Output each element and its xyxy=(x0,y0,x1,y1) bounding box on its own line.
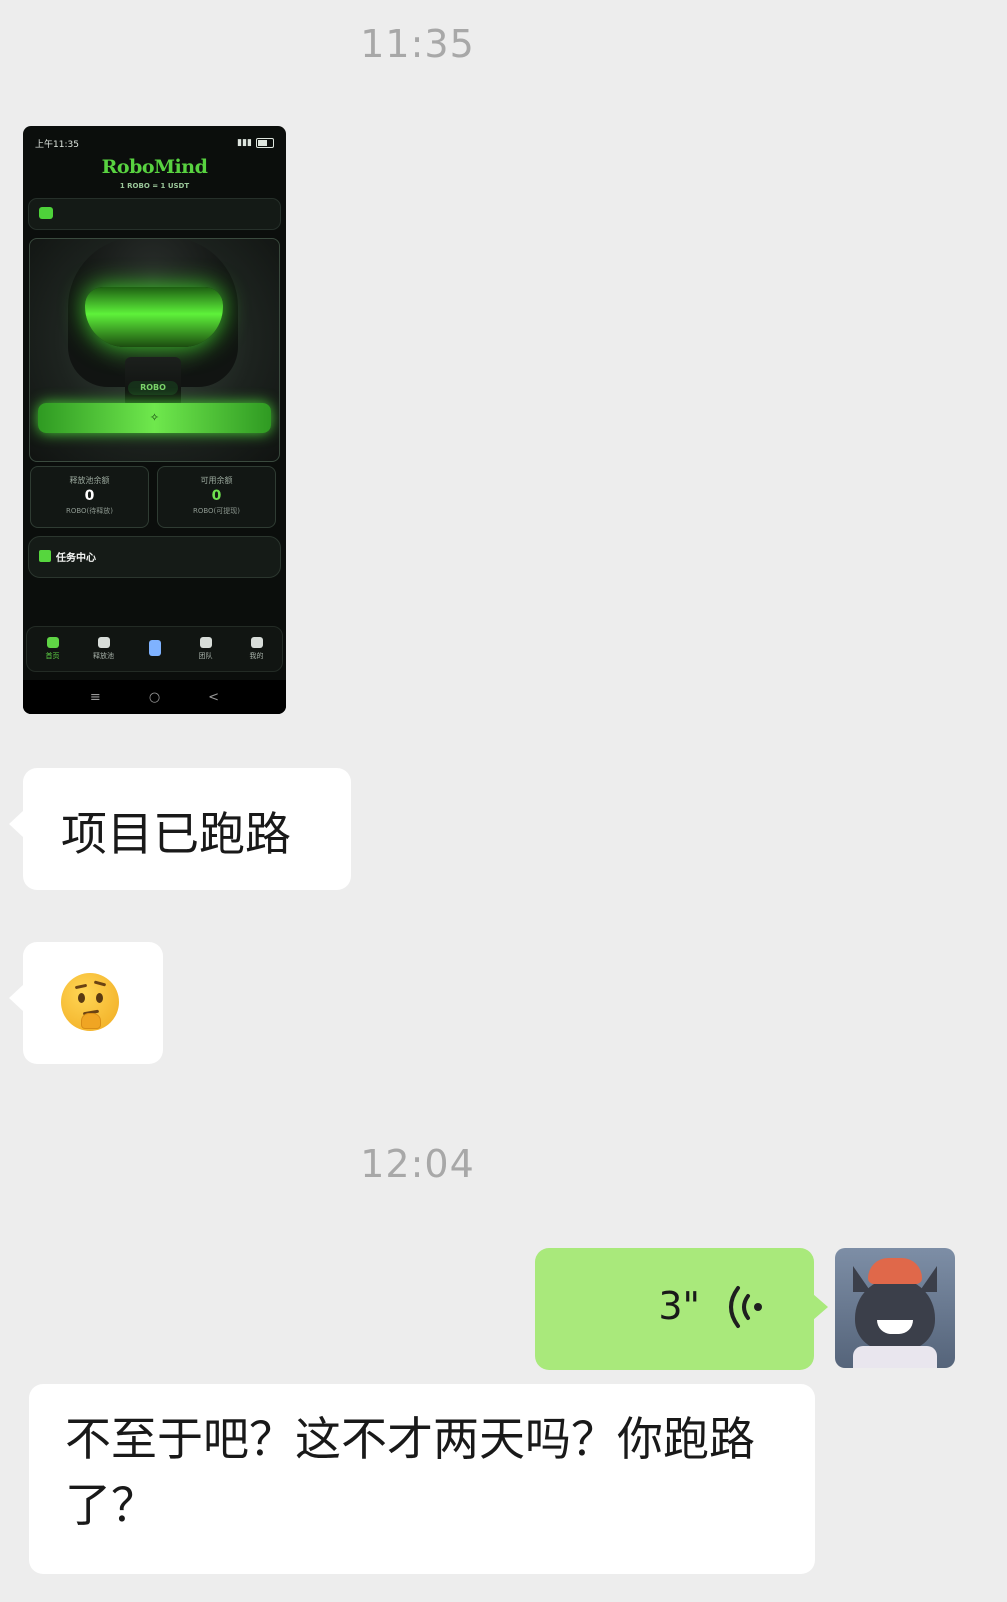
avatar[interactable] xyxy=(835,1248,955,1368)
megaphone-icon xyxy=(39,207,53,219)
battery-icon xyxy=(256,138,274,148)
nav-home: 首页 xyxy=(33,637,73,661)
phone-system-nav: ≡ ○ < xyxy=(23,680,286,714)
release-pool-label: 释放池余额 xyxy=(69,476,110,485)
nav-release-pool: 释放池 xyxy=(84,637,124,661)
voice-wave-icon xyxy=(729,1286,762,1328)
voice-message-bubble[interactable]: 3" xyxy=(535,1248,828,1370)
message-text: 不至于吧？这不才两天吗？你跑路了？ xyxy=(65,1412,755,1532)
message-text: 项目已跑路 xyxy=(61,807,291,861)
home-icon xyxy=(46,637,59,648)
available-balance-value: 0 xyxy=(211,488,222,504)
release-pool-card: 释放池余额 0 ROBO(待释放) xyxy=(30,466,149,528)
avatar-face xyxy=(855,1278,935,1350)
exchange-rate: 1 ROBO = 1 USDT xyxy=(119,182,190,190)
avatar-hat xyxy=(868,1258,922,1284)
voice-duration: 3" xyxy=(658,1284,700,1328)
task-center-label: 任务中心 xyxy=(56,553,96,564)
message-bubble-received[interactable]: 不至于吧？这不才两天吗？你跑路了？ xyxy=(29,1384,815,1574)
emoji-eye-right xyxy=(96,993,103,1003)
emoji-brow-left xyxy=(74,983,88,990)
task-icon xyxy=(39,550,51,562)
avatar-shirt xyxy=(853,1346,937,1368)
home-circle-icon: ○ xyxy=(148,689,161,705)
nav-mine: 我的 xyxy=(237,637,277,661)
release-pool-value: 0 xyxy=(84,488,95,504)
image-message-screenshot[interactable]: 上午11:35 ▮▮▮ RoboMind 1 ROBO = 1 USDT ROB… xyxy=(23,126,286,714)
available-balance-card: 可用余额 0 ROBO(可提现) xyxy=(157,466,276,528)
emoji-brow-right xyxy=(93,980,107,987)
signal-icon: ▮▮▮ xyxy=(237,138,252,148)
robot-visor xyxy=(85,287,223,347)
message-bubble-received[interactable]: 项目已跑路 xyxy=(9,768,351,890)
timestamp: 11:35 xyxy=(360,22,475,66)
nav-team: 团队 xyxy=(186,637,226,661)
phone-bottom-nav: 首页 释放池 团队 我的 xyxy=(26,626,283,672)
phone-status-icons: ▮▮▮ xyxy=(237,138,274,148)
timestamp: 12:04 xyxy=(360,1142,475,1186)
phone-status-bar: 上午11:35 ▮▮▮ xyxy=(35,136,274,150)
thinking-face-icon xyxy=(61,973,119,1031)
robot-icon xyxy=(148,639,161,656)
announcement-bar xyxy=(28,198,281,230)
emoji-hand xyxy=(81,1013,101,1029)
menu-icon: ≡ xyxy=(89,689,101,705)
robomind-logo: RoboMind xyxy=(101,156,208,178)
robo-tag: ROBO xyxy=(128,381,178,395)
task-center-bar: 任务中心 xyxy=(28,536,281,578)
release-pool-sub: ROBO(待释放) xyxy=(65,507,114,515)
team-icon xyxy=(199,637,212,648)
nav-robot xyxy=(135,639,175,659)
emoji-eye-left xyxy=(78,993,85,1003)
hero-robot-banner: ROBO ✧ xyxy=(29,238,280,462)
available-balance-sub: ROBO(可提现) xyxy=(192,507,241,515)
message-bubble-emoji[interactable] xyxy=(9,942,163,1064)
back-icon: < xyxy=(208,689,220,705)
phone-status-time: 上午11:35 xyxy=(35,139,79,150)
start-button: ✧ xyxy=(38,403,271,433)
available-balance-label: 可用余额 xyxy=(200,476,233,485)
profile-icon xyxy=(250,637,263,648)
drop-icon xyxy=(97,637,110,648)
